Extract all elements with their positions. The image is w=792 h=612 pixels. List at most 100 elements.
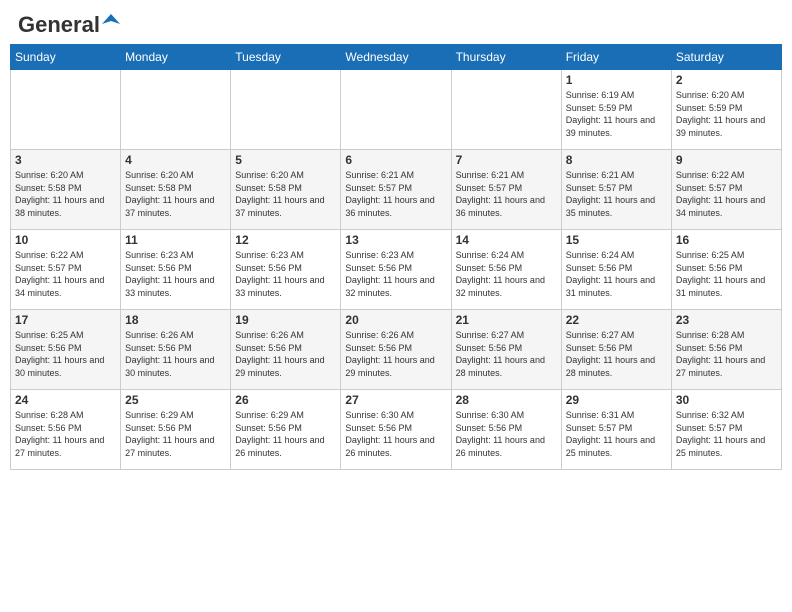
- day-number: 26: [235, 393, 336, 407]
- day-info: Sunrise: 6:20 AM Sunset: 5:58 PM Dayligh…: [15, 169, 116, 219]
- day-info: Sunrise: 6:26 AM Sunset: 5:56 PM Dayligh…: [235, 329, 336, 379]
- day-number: 3: [15, 153, 116, 167]
- day-cell: 1 Sunrise: 6:19 AM Sunset: 5:59 PM Daylig…: [561, 70, 671, 150]
- weekday-header-tuesday: Tuesday: [231, 45, 341, 70]
- weekday-header-saturday: Saturday: [671, 45, 781, 70]
- day-cell: 4 Sunrise: 6:20 AM Sunset: 5:58 PM Daylig…: [121, 150, 231, 230]
- day-number: 25: [125, 393, 226, 407]
- day-number: 10: [15, 233, 116, 247]
- day-number: 18: [125, 313, 226, 327]
- day-info: Sunrise: 6:27 AM Sunset: 5:56 PM Dayligh…: [456, 329, 557, 379]
- weekday-header-row: SundayMondayTuesdayWednesdayThursdayFrid…: [11, 45, 782, 70]
- page-header: General: [10, 10, 782, 36]
- day-info: Sunrise: 6:25 AM Sunset: 5:56 PM Dayligh…: [15, 329, 116, 379]
- day-info: Sunrise: 6:28 AM Sunset: 5:56 PM Dayligh…: [15, 409, 116, 459]
- day-cell: [11, 70, 121, 150]
- day-info: Sunrise: 6:26 AM Sunset: 5:56 PM Dayligh…: [125, 329, 226, 379]
- day-cell: 24 Sunrise: 6:28 AM Sunset: 5:56 PM Dayli…: [11, 390, 121, 470]
- day-cell: 21 Sunrise: 6:27 AM Sunset: 5:56 PM Dayli…: [451, 310, 561, 390]
- day-info: Sunrise: 6:20 AM Sunset: 5:58 PM Dayligh…: [235, 169, 336, 219]
- day-info: Sunrise: 6:22 AM Sunset: 5:57 PM Dayligh…: [676, 169, 777, 219]
- day-cell: 7Sunrise: 6:21 AM Sunset: 5:57 PM Daylig…: [451, 150, 561, 230]
- day-info: Sunrise: 6:26 AM Sunset: 5:56 PM Dayligh…: [345, 329, 446, 379]
- week-row-4: 17 Sunrise: 6:25 AM Sunset: 5:56 PM Dayli…: [11, 310, 782, 390]
- weekday-header-friday: Friday: [561, 45, 671, 70]
- day-cell: 29Sunrise: 6:31 AM Sunset: 5:57 PM Dayli…: [561, 390, 671, 470]
- day-cell: 28 Sunrise: 6:30 AM Sunset: 5:56 PM Dayli…: [451, 390, 561, 470]
- day-number: 1: [566, 73, 667, 87]
- day-number: 8: [566, 153, 667, 167]
- weekday-header-thursday: Thursday: [451, 45, 561, 70]
- day-number: 13: [345, 233, 446, 247]
- day-cell: 10 Sunrise: 6:22 AM Sunset: 5:57 PM Dayli…: [11, 230, 121, 310]
- day-info: Sunrise: 6:23 AM Sunset: 5:56 PM Dayligh…: [345, 249, 446, 299]
- day-number: 16: [676, 233, 777, 247]
- day-info: Sunrise: 6:28 AM Sunset: 5:56 PM Dayligh…: [676, 329, 777, 379]
- day-number: 27: [345, 393, 446, 407]
- day-cell: 14Sunrise: 6:24 AM Sunset: 5:56 PM Dayli…: [451, 230, 561, 310]
- week-row-3: 10 Sunrise: 6:22 AM Sunset: 5:57 PM Dayli…: [11, 230, 782, 310]
- day-number: 20: [345, 313, 446, 327]
- day-number: 24: [15, 393, 116, 407]
- day-info: Sunrise: 6:25 AM Sunset: 5:56 PM Dayligh…: [676, 249, 777, 299]
- day-cell: [451, 70, 561, 150]
- week-row-2: 3 Sunrise: 6:20 AM Sunset: 5:58 PM Daylig…: [11, 150, 782, 230]
- day-number: 19: [235, 313, 336, 327]
- day-info: Sunrise: 6:24 AM Sunset: 5:56 PM Dayligh…: [566, 249, 667, 299]
- day-number: 6: [345, 153, 446, 167]
- day-cell: [121, 70, 231, 150]
- calendar-table: SundayMondayTuesdayWednesdayThursdayFrid…: [10, 44, 782, 470]
- day-cell: 15 Sunrise: 6:24 AM Sunset: 5:56 PM Dayli…: [561, 230, 671, 310]
- day-number: 30: [676, 393, 777, 407]
- day-cell: 9Sunrise: 6:22 AM Sunset: 5:57 PM Daylig…: [671, 150, 781, 230]
- day-number: 5: [235, 153, 336, 167]
- day-info: Sunrise: 6:21 AM Sunset: 5:57 PM Dayligh…: [345, 169, 446, 219]
- day-cell: 19 Sunrise: 6:26 AM Sunset: 5:56 PM Dayli…: [231, 310, 341, 390]
- weekday-header-monday: Monday: [121, 45, 231, 70]
- day-cell: 23 Sunrise: 6:28 AM Sunset: 5:56 PM Dayli…: [671, 310, 781, 390]
- day-info: Sunrise: 6:23 AM Sunset: 5:56 PM Dayligh…: [125, 249, 226, 299]
- logo-bird-icon: [102, 14, 120, 32]
- day-cell: 5 Sunrise: 6:20 AM Sunset: 5:58 PM Daylig…: [231, 150, 341, 230]
- day-info: Sunrise: 6:30 AM Sunset: 5:56 PM Dayligh…: [456, 409, 557, 459]
- day-cell: [231, 70, 341, 150]
- day-number: 23: [676, 313, 777, 327]
- day-info: Sunrise: 6:32 AM Sunset: 5:57 PM Dayligh…: [676, 409, 777, 459]
- day-cell: 22Sunrise: 6:27 AM Sunset: 5:56 PM Dayli…: [561, 310, 671, 390]
- day-number: 12: [235, 233, 336, 247]
- week-row-5: 24 Sunrise: 6:28 AM Sunset: 5:56 PM Dayli…: [11, 390, 782, 470]
- logo-text-general: General: [18, 14, 100, 36]
- day-cell: 25 Sunrise: 6:29 AM Sunset: 5:56 PM Dayli…: [121, 390, 231, 470]
- day-cell: 3 Sunrise: 6:20 AM Sunset: 5:58 PM Daylig…: [11, 150, 121, 230]
- week-row-1: 1 Sunrise: 6:19 AM Sunset: 5:59 PM Daylig…: [11, 70, 782, 150]
- day-cell: 18 Sunrise: 6:26 AM Sunset: 5:56 PM Dayli…: [121, 310, 231, 390]
- day-number: 15: [566, 233, 667, 247]
- day-cell: 2Sunrise: 6:20 AM Sunset: 5:59 PM Daylig…: [671, 70, 781, 150]
- day-number: 11: [125, 233, 226, 247]
- day-cell: 30 Sunrise: 6:32 AM Sunset: 5:57 PM Dayli…: [671, 390, 781, 470]
- day-info: Sunrise: 6:31 AM Sunset: 5:57 PM Dayligh…: [566, 409, 667, 459]
- day-info: Sunrise: 6:23 AM Sunset: 5:56 PM Dayligh…: [235, 249, 336, 299]
- day-info: Sunrise: 6:21 AM Sunset: 5:57 PM Dayligh…: [566, 169, 667, 219]
- day-number: 17: [15, 313, 116, 327]
- day-info: Sunrise: 6:20 AM Sunset: 5:58 PM Dayligh…: [125, 169, 226, 219]
- day-info: Sunrise: 6:22 AM Sunset: 5:57 PM Dayligh…: [15, 249, 116, 299]
- day-info: Sunrise: 6:19 AM Sunset: 5:59 PM Dayligh…: [566, 89, 667, 139]
- weekday-header-wednesday: Wednesday: [341, 45, 451, 70]
- day-number: 21: [456, 313, 557, 327]
- day-info: Sunrise: 6:29 AM Sunset: 5:56 PM Dayligh…: [235, 409, 336, 459]
- day-cell: 17 Sunrise: 6:25 AM Sunset: 5:56 PM Dayli…: [11, 310, 121, 390]
- day-number: 2: [676, 73, 777, 87]
- day-cell: 20 Sunrise: 6:26 AM Sunset: 5:56 PM Dayli…: [341, 310, 451, 390]
- day-cell: 13 Sunrise: 6:23 AM Sunset: 5:56 PM Dayli…: [341, 230, 451, 310]
- day-cell: 12 Sunrise: 6:23 AM Sunset: 5:56 PM Dayli…: [231, 230, 341, 310]
- day-cell: [341, 70, 451, 150]
- weekday-header-sunday: Sunday: [11, 45, 121, 70]
- day-info: Sunrise: 6:21 AM Sunset: 5:57 PM Dayligh…: [456, 169, 557, 219]
- day-cell: 26 Sunrise: 6:29 AM Sunset: 5:56 PM Dayli…: [231, 390, 341, 470]
- day-info: Sunrise: 6:29 AM Sunset: 5:56 PM Dayligh…: [125, 409, 226, 459]
- day-cell: 6 Sunrise: 6:21 AM Sunset: 5:57 PM Daylig…: [341, 150, 451, 230]
- day-cell: 16 Sunrise: 6:25 AM Sunset: 5:56 PM Dayli…: [671, 230, 781, 310]
- day-number: 28: [456, 393, 557, 407]
- day-number: 4: [125, 153, 226, 167]
